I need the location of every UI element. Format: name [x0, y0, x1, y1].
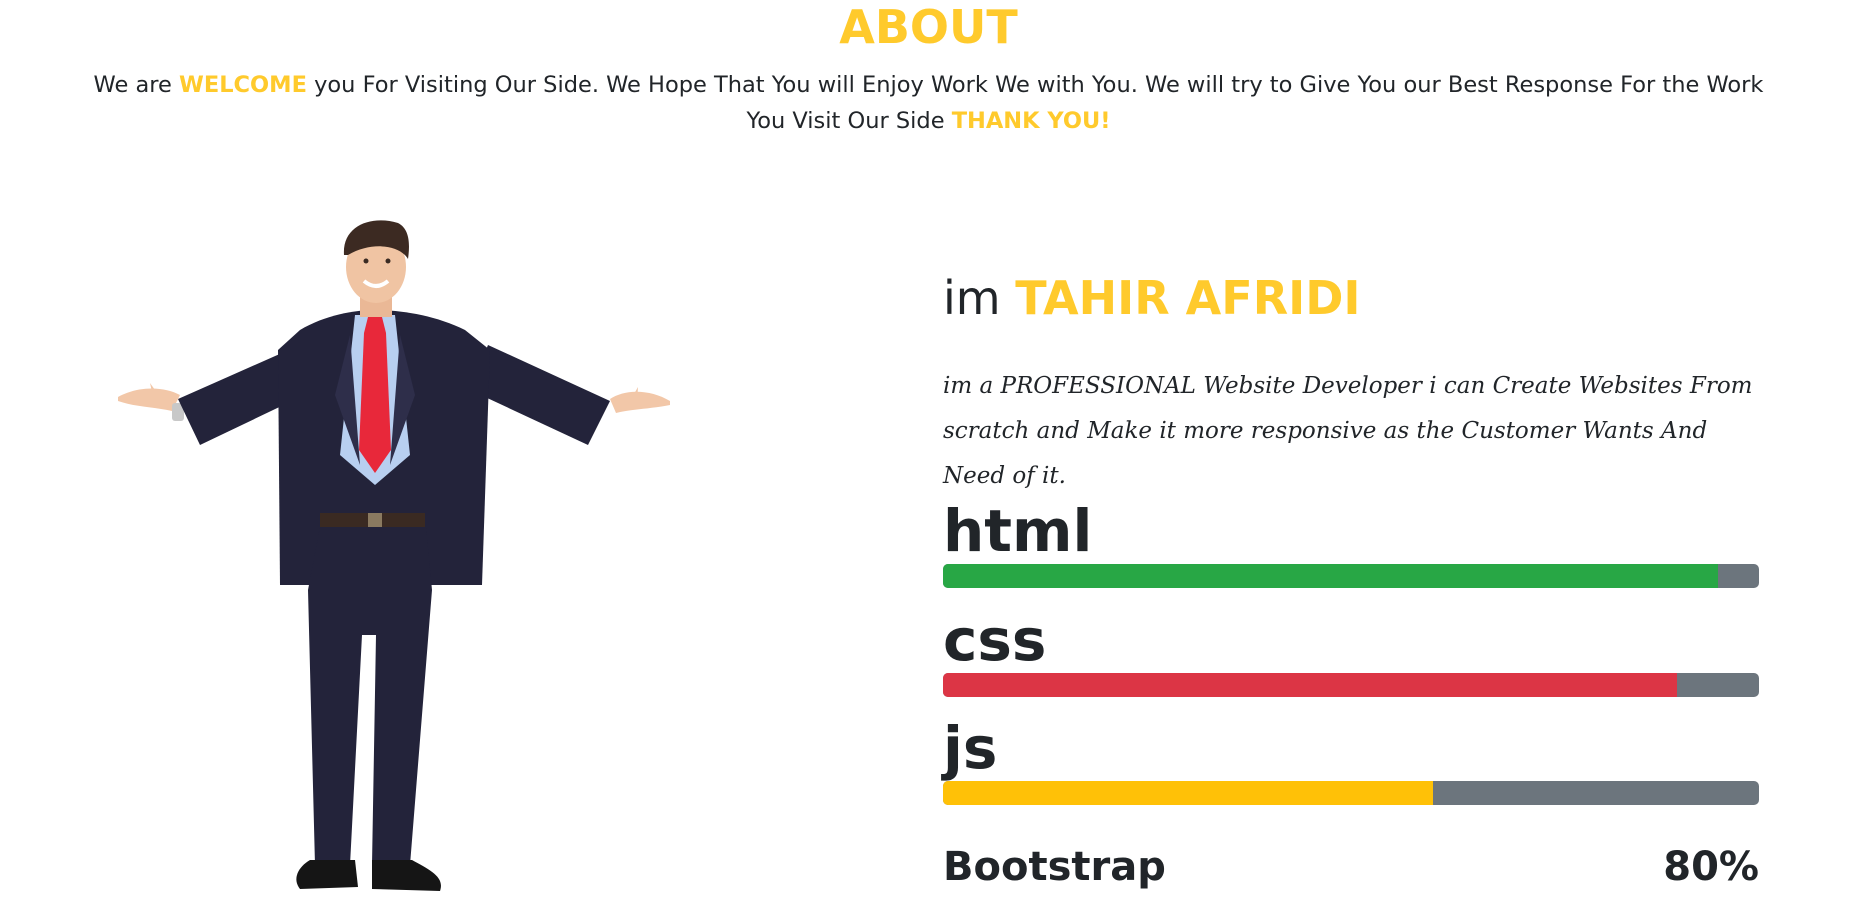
- progress-fill-css: [943, 673, 1678, 697]
- profile-heading: im TAHIR AFRIDI: [943, 270, 1759, 326]
- profile-name: TAHIR AFRIDI: [1015, 271, 1361, 325]
- skill-js: js: [943, 715, 1759, 805]
- bootstrap-label: Bootstrap: [943, 844, 1166, 890]
- name-prefix: im: [943, 271, 1016, 325]
- skill-css: css: [943, 607, 1759, 697]
- profile-section: im TAHIR AFRIDI im a PROFESSIONAL Websit…: [943, 270, 1759, 499]
- about-intro: We are WELCOME you For Visiting Our Side…: [80, 67, 1777, 139]
- progress-fill-html: [943, 564, 1719, 588]
- bootstrap-percent: 80%: [1663, 844, 1759, 890]
- skill-bootstrap: Bootstrap 80%: [943, 842, 1759, 892]
- intro-start: We are: [93, 72, 180, 98]
- skill-label-html: html: [943, 497, 1093, 565]
- skill-label-css: css: [943, 606, 1047, 674]
- intro-thanks: THANK YOU!: [951, 108, 1111, 134]
- skill-html: html: [943, 498, 1759, 588]
- progress-bar-html: [943, 564, 1759, 588]
- progress-bar-css: [943, 673, 1759, 697]
- intro-welcome: WELCOME: [179, 72, 307, 98]
- skill-label-js: js: [943, 714, 998, 782]
- progress-bar-js: [943, 781, 1759, 805]
- profile-bio: im a PROFESSIONAL Website Developer i ca…: [943, 373, 1753, 489]
- progress-fill-js: [943, 781, 1433, 805]
- profile-photo: [118, 220, 670, 891]
- about-title: ABOUT: [839, 0, 1018, 54]
